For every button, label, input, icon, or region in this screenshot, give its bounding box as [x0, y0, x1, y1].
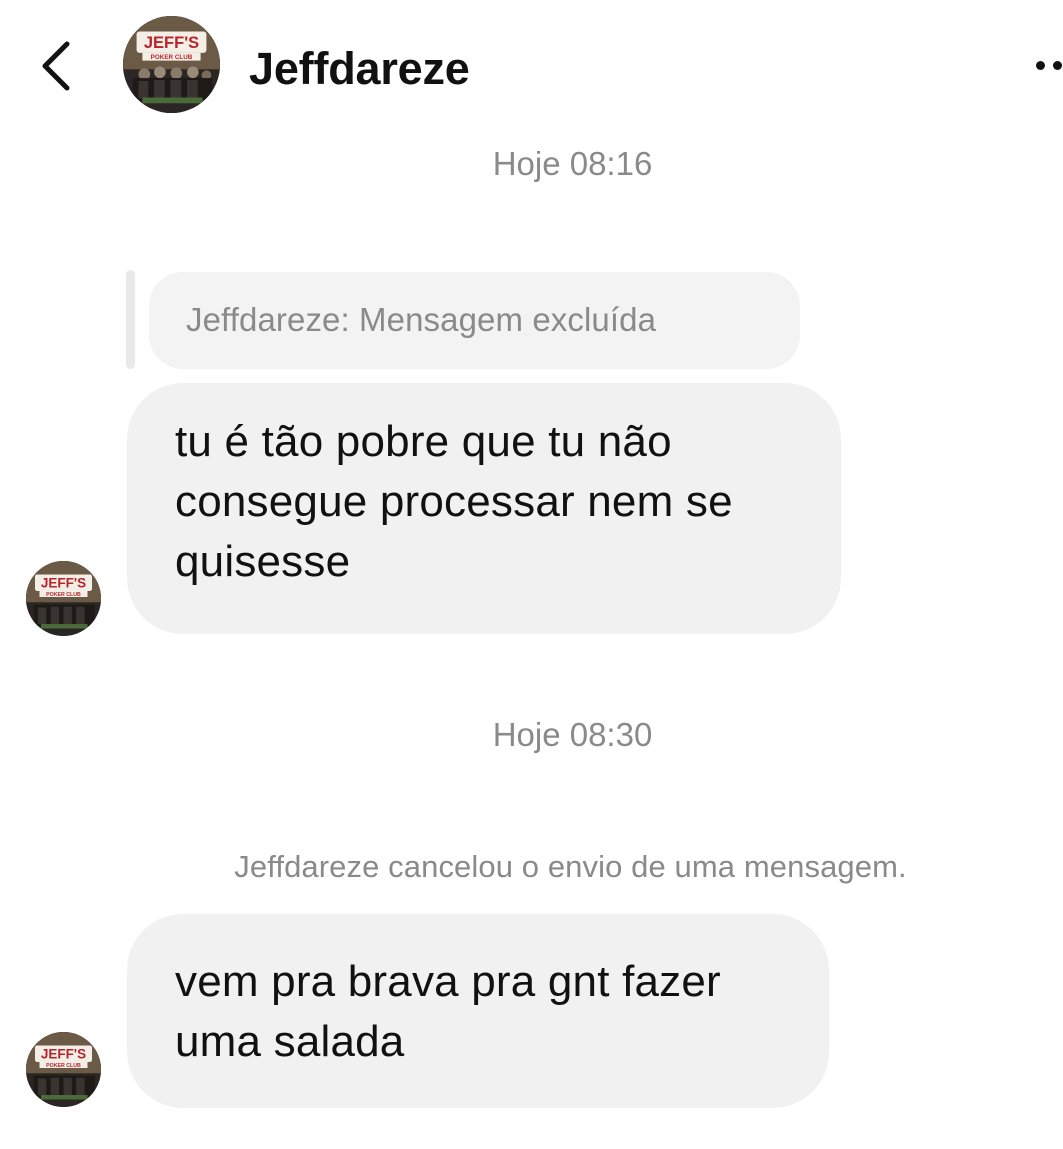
svg-text:JEFF'S: JEFF'S: [41, 1046, 86, 1061]
svg-text:JEFF'S: JEFF'S: [144, 34, 199, 52]
back-button[interactable]: [36, 38, 76, 94]
message-bubble[interactable]: tu é tão pobre que tu não consegue proce…: [127, 383, 841, 634]
more-options-button[interactable]: [1036, 54, 1063, 76]
svg-text:POKER CLUB: POKER CLUB: [46, 592, 81, 598]
reply-quote[interactable]: Jeffdareze: Mensagem excluída: [149, 272, 800, 369]
message-text-line: consegue processar nem se: [175, 477, 733, 526]
sender-avatar[interactable]: JEFF'S POKER CLUB: [26, 561, 101, 636]
message-text-line: quisesse: [175, 537, 351, 586]
message-text-line: vem pra brava pra gnt fazer: [175, 957, 721, 1006]
more-dots-icon: [1036, 60, 1045, 70]
reply-indicator-bar: [126, 270, 135, 369]
timestamp: Hoje 08:30: [492, 716, 653, 753]
svg-text:JEFF'S: JEFF'S: [41, 575, 86, 590]
chevron-left-icon: [42, 41, 70, 91]
contact-name[interactable]: Jeffdareze: [249, 41, 470, 97]
message-text-line: tu é tão pobre que tu não: [175, 417, 672, 466]
more-dots-icon: [1053, 60, 1062, 70]
poker-club-logo: JEFF'S POKER CLUB: [26, 1032, 101, 1107]
poker-club-logo: JEFF'S POKER CLUB: [26, 561, 101, 636]
sender-avatar[interactable]: JEFF'S POKER CLUB: [26, 1032, 101, 1107]
timestamp: Hoje 08:16: [492, 145, 653, 182]
svg-text:POKER CLUB: POKER CLUB: [151, 54, 193, 61]
message-text-line: uma salada: [175, 1017, 405, 1066]
poker-club-logo: JEFF'S POKER CLUB: [123, 16, 220, 113]
svg-text:POKER CLUB: POKER CLUB: [46, 1063, 81, 1069]
contact-avatar[interactable]: JEFF'S POKER CLUB: [123, 16, 220, 113]
system-notice: Jeffdareze cancelou o envio de uma mensa…: [234, 849, 907, 884]
message-bubble[interactable]: vem pra brava pra gnt fazer uma salada: [127, 914, 829, 1108]
